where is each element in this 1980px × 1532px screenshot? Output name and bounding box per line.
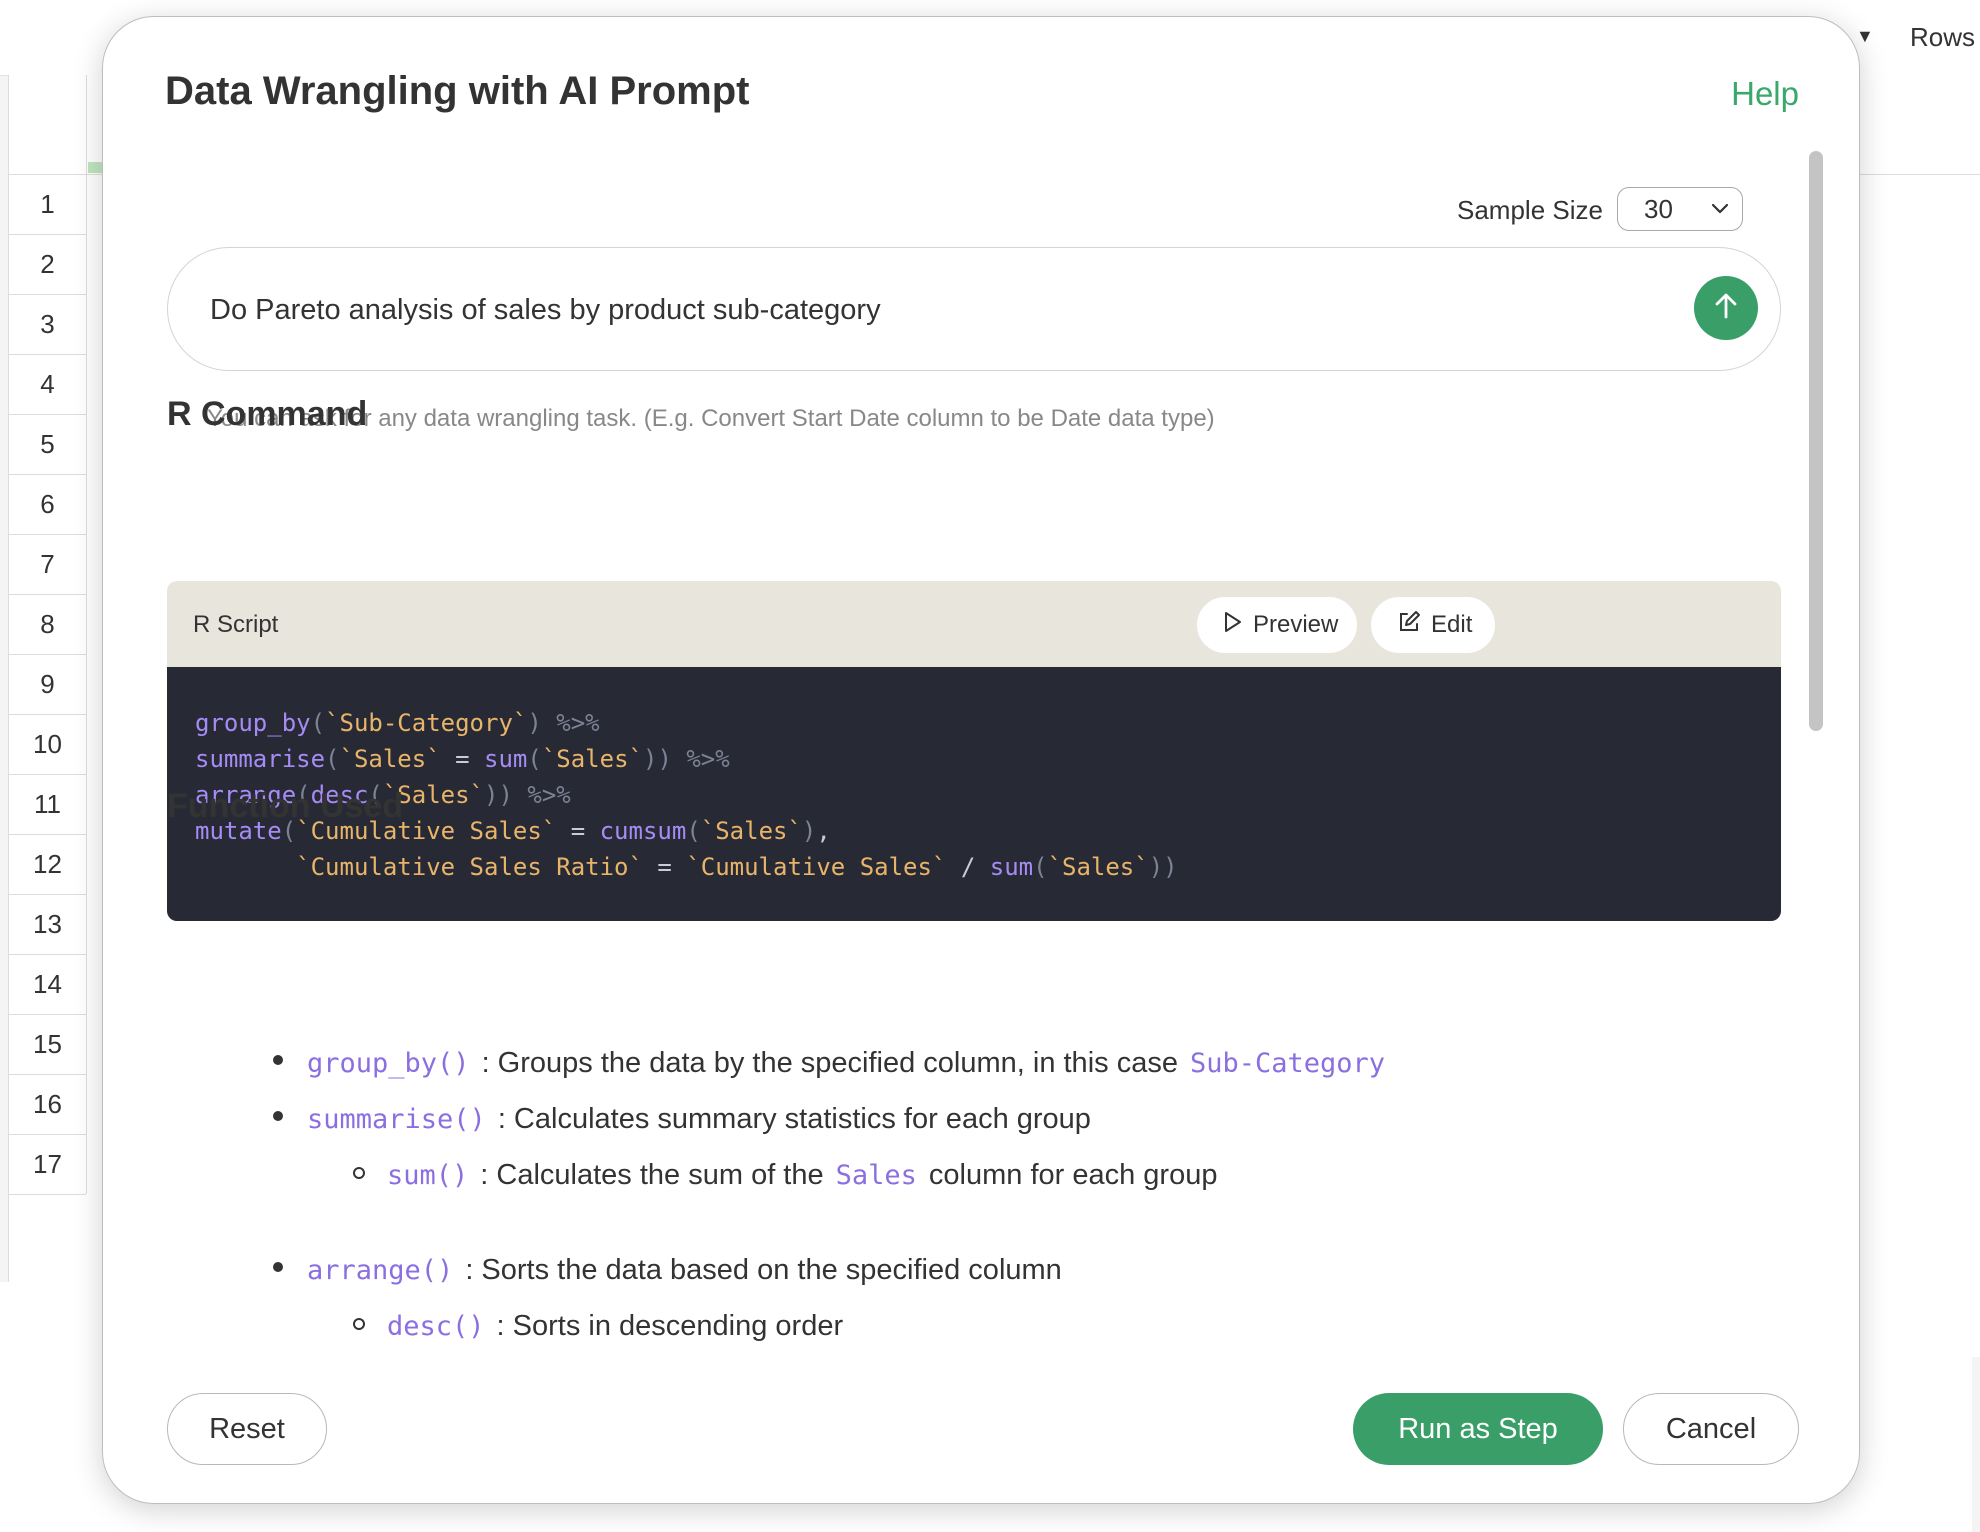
r-script-label: R Script: [193, 611, 279, 638]
function-description: : Calculates summary statistics for each…: [497, 1103, 1091, 1135]
prompt-input-value[interactable]: Do Pareto analysis of sales by product s…: [210, 294, 881, 327]
sub-bullet-icon: [353, 1318, 365, 1330]
preview-button[interactable]: Preview: [1197, 597, 1357, 653]
edit-button-label: Edit: [1431, 611, 1473, 638]
row-number: 12: [9, 835, 86, 895]
function-description: : Sorts the data based on the specified …: [465, 1254, 1062, 1286]
row-number: 8: [9, 595, 86, 655]
edit-button[interactable]: Edit: [1371, 597, 1495, 653]
bullet-icon: [273, 1262, 283, 1272]
row-number: 2: [9, 235, 86, 295]
help-link[interactable]: Help: [1731, 75, 1799, 113]
function-description: : Groups the data by the specified colum…: [481, 1047, 1178, 1079]
play-icon: [1223, 611, 1243, 640]
r-script-card: R Script Preview Edit group_by(`Sub-Cate…: [167, 581, 1781, 921]
reset-button[interactable]: Reset: [167, 1393, 327, 1465]
row-number: 3: [9, 295, 86, 355]
sample-size-value: 30: [1644, 194, 1673, 224]
row-number: 14: [9, 955, 86, 1015]
list-item: desc() : Sorts in descending order: [353, 1310, 844, 1343]
rows-label: Rows: [1910, 22, 1976, 52]
cancel-button[interactable]: Cancel: [1623, 1393, 1799, 1465]
arrow-up-icon: [1711, 291, 1741, 326]
r-script-code[interactable]: group_by(`Sub-Category`) %>% summarise(`…: [167, 667, 1781, 921]
column-code: Sales: [835, 1160, 917, 1191]
prompt-input[interactable]: Do Pareto analysis of sales by product s…: [167, 247, 1781, 371]
function-code: sum(): [387, 1160, 469, 1191]
edit-icon: [1397, 610, 1421, 641]
sample-size-label: Sample Size: [1457, 195, 1603, 225]
dialog-scroll-content[interactable]: Sample Size 30 Do Pareto analysis of sal…: [103, 147, 1827, 1361]
send-prompt-button[interactable]: [1694, 276, 1758, 340]
r-script-header: R Script Preview Edit: [167, 581, 1781, 667]
run-as-step-button[interactable]: Run as Step: [1353, 1393, 1603, 1465]
row-number: 10: [9, 715, 86, 775]
function-code: summarise(): [307, 1104, 486, 1135]
list-item: sum() : Calculates the sum of the Sales …: [353, 1159, 1218, 1192]
row-number: 13: [9, 895, 86, 955]
sample-size-select[interactable]: 30: [1617, 187, 1743, 231]
function-description-tail: column for each group: [928, 1159, 1218, 1191]
row-number: 9: [9, 655, 86, 715]
function-code: desc(): [387, 1311, 485, 1342]
row-numbers: 1 2 3 4 5 6 7 8 9 10 11 12 13 14 15 16 1…: [9, 175, 86, 1195]
row-number: 15: [9, 1015, 86, 1075]
row-number: 6: [9, 475, 86, 535]
function-code: group_by(): [307, 1048, 470, 1079]
ai-prompt-dialog: Data Wrangling with AI Prompt Help Sampl…: [102, 16, 1860, 1504]
dialog-title: Data Wrangling with AI Prompt: [165, 69, 750, 113]
row-number: 16: [9, 1075, 86, 1135]
grid-column-divider: [86, 75, 87, 1194]
row-number: 11: [9, 775, 86, 835]
row-number: 4: [9, 355, 86, 415]
caret-down-icon[interactable]: ▼: [1856, 26, 1874, 47]
bullet-icon: [273, 1111, 283, 1121]
list-item: arrange() : Sorts the data based on the …: [273, 1254, 1062, 1287]
column-code: Sub-Category: [1189, 1048, 1386, 1079]
list-item: summarise() : Calculates summary statist…: [273, 1103, 1091, 1136]
function-code: arrange(): [307, 1255, 454, 1286]
bullet-icon: [273, 1055, 283, 1065]
function-used-heading: Function Used: [167, 787, 404, 825]
function-description: : Sorts in descending order: [496, 1310, 844, 1342]
row-number: 5: [9, 415, 86, 475]
sub-bullet-icon: [353, 1167, 365, 1179]
list-item: group_by() : Groups the data by the spec…: [273, 1047, 1386, 1080]
chevron-down-icon: [1710, 188, 1730, 245]
r-command-heading: R Command: [167, 395, 368, 433]
row-number: 7: [9, 535, 86, 595]
function-description: : Calculates the sum of the: [480, 1159, 824, 1191]
row-number: 17: [9, 1135, 86, 1195]
scrollbar-thumb[interactable]: [1809, 151, 1823, 731]
row-number: 1: [9, 175, 86, 235]
preview-button-label: Preview: [1253, 611, 1339, 638]
